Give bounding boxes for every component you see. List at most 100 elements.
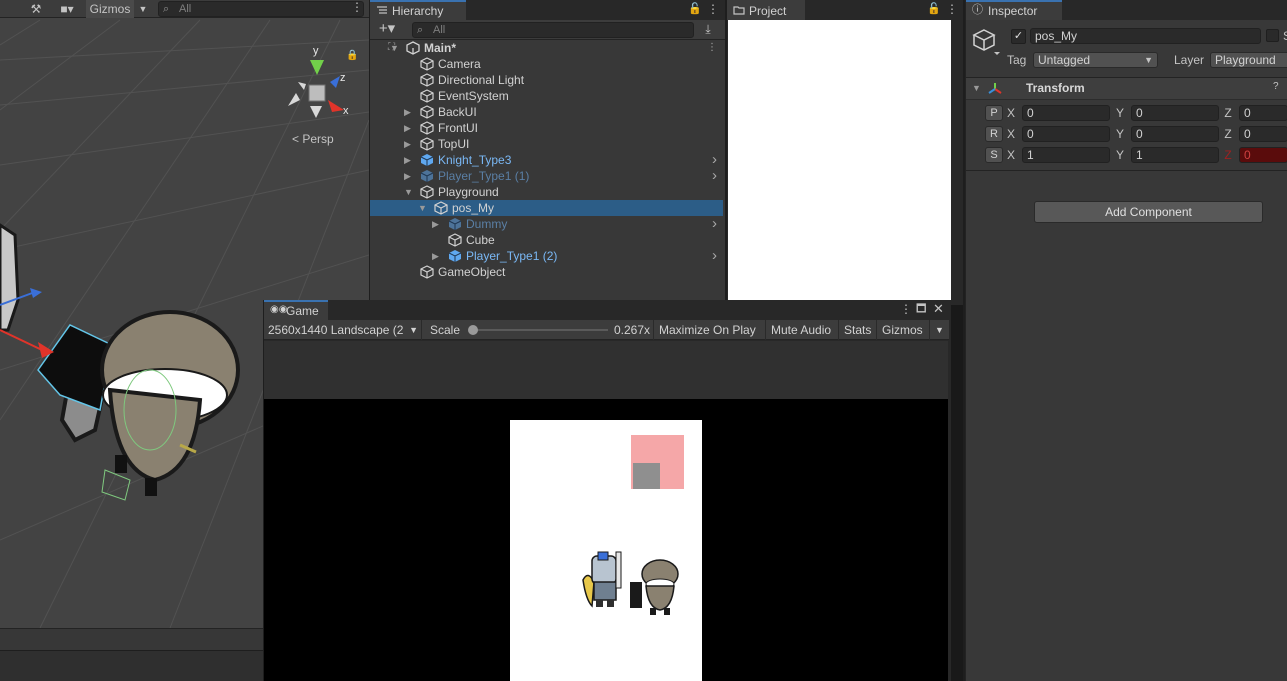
hierarchy-row[interactable]: GameObject <box>370 264 723 280</box>
maximize-on-play-button[interactable]: Maximize On Play <box>655 320 766 340</box>
help-icon[interactable]: ? <box>1273 81 1279 92</box>
collapsed-arrow-icon[interactable]: ▶ <box>404 152 414 168</box>
persp-toggle[interactable]: < Persp <box>292 132 334 146</box>
scale-x-label: X <box>1006 148 1015 162</box>
gameobject-cube-icon <box>420 89 434 103</box>
collapsed-arrow-icon[interactable]: ▶ <box>432 248 442 264</box>
object-name-field[interactable]: pos_My <box>1030 28 1261 44</box>
hierarchy-row[interactable]: ▶ BackUI <box>370 104 723 120</box>
transform-header[interactable]: ▼ Transform ? <box>966 78 1287 100</box>
hierarchy-row[interactable]: ▶ FrontUI <box>370 120 723 136</box>
rotation-reset-button[interactable]: R <box>985 126 1003 142</box>
game-gizmos-button[interactable]: Gizmos <box>878 320 930 340</box>
row-more-icon[interactable]: ⋮ <box>707 40 717 56</box>
hierarchy-row[interactable]: ⛶ ▼ Main* ⋮ <box>370 40 723 56</box>
expanded-arrow-icon[interactable]: ▼ <box>418 200 428 216</box>
mute-audio-button[interactable]: Mute Audio <box>767 320 839 340</box>
hierarchy-options-icon[interactable]: ⤓ <box>700 20 716 38</box>
hierarchy-row-label: Main* <box>424 41 457 55</box>
scale-x-field[interactable]: 1 <box>1022 147 1110 163</box>
collapsed-arrow-icon[interactable]: ▶ <box>404 136 414 152</box>
collapsed-arrow-icon[interactable]: ▶ <box>404 168 414 184</box>
gizmos-dropdown-icon[interactable]: ▼ <box>136 0 150 18</box>
scale-reset-button[interactable]: S <box>985 147 1003 163</box>
expanded-arrow-icon[interactable]: ▼ <box>404 184 414 200</box>
collapsed-arrow-icon[interactable]: ▶ <box>404 120 414 136</box>
hierarchy-row[interactable]: ▶ Player_Type1 (1) › <box>370 168 723 184</box>
layer-label: Layer <box>1174 53 1205 67</box>
add-component-button[interactable]: Add Component <box>1034 201 1263 223</box>
hierarchy-row[interactable]: ▶ Dummy › <box>370 216 723 232</box>
collapsed-arrow-icon[interactable]: ▶ <box>404 104 414 120</box>
hierarchy-row-label: Player_Type1 (2) <box>466 249 558 263</box>
transform-title: Transform <box>1026 81 1085 95</box>
project-content[interactable] <box>728 20 951 303</box>
search-icon: ⌕ <box>417 24 424 36</box>
hierarchy-list[interactable]: ⛶ ▼ Main* ⋮ Camera Directional Light EventSyst… <box>370 40 725 300</box>
tab-game[interactable]: ◉◉ Game <box>264 300 328 320</box>
maximize-icon[interactable]: 🗖 <box>916 300 926 320</box>
hierarchy-lock-icon[interactable]: 🔓 <box>688 0 702 20</box>
hierarchy-row[interactable]: Directional Light <box>370 72 723 88</box>
layer-dropdown[interactable]: Playground <box>1210 52 1287 68</box>
project-panel: Project 🔓 ⋮ <box>727 0 963 305</box>
game-gizmos-dropdown-icon[interactable]: ▼ <box>931 320 947 340</box>
foldout-arrow-icon[interactable]: ▼ <box>972 83 981 93</box>
project-more-icon[interactable]: ⋮ <box>946 0 958 20</box>
hierarchy-row[interactable]: Cube <box>370 232 723 248</box>
chevron-right-icon[interactable]: › <box>712 216 717 232</box>
chevron-right-icon[interactable]: › <box>712 168 717 184</box>
game-more-icon[interactable]: ⋮ <box>900 300 912 320</box>
hierarchy-row[interactable]: ▶ Player_Type1 (2) › <box>370 248 723 264</box>
hierarchy-row-label: Camera <box>438 57 481 71</box>
position-reset-button[interactable]: P <box>985 105 1003 121</box>
scale-slider-handle[interactable] <box>468 325 478 335</box>
tag-dropdown[interactable]: Untagged ▼ <box>1033 52 1158 68</box>
scale-y-field[interactable]: 1 <box>1131 147 1219 163</box>
hierarchy-row[interactable]: ▼ pos_My <box>370 200 723 216</box>
camera-dropdown-icon[interactable]: ■▾ <box>52 0 82 18</box>
position-z-field[interactable]: 0 <box>1239 105 1287 121</box>
game-panel: ◉◉ Game ⋮ 🗖 ✕ 2560x1440 Landscape (2 ▼ S… <box>263 300 951 681</box>
hierarchy-row[interactable]: Camera <box>370 56 723 72</box>
chevron-right-icon[interactable]: › <box>712 248 717 264</box>
active-checkbox[interactable]: ✓ <box>1011 29 1026 44</box>
position-x-field[interactable]: 0 <box>1022 105 1110 121</box>
panel-separator <box>369 0 370 300</box>
scene-search-input[interactable]: ⌕ All <box>158 1 364 17</box>
gizmos-button[interactable]: Gizmos <box>86 0 134 18</box>
tab-project[interactable]: Project <box>727 0 805 20</box>
lock-icon[interactable]: 🔒 <box>346 50 358 61</box>
hierarchy-row[interactable]: EventSystem <box>370 88 723 104</box>
scale-z-field[interactable]: 0 <box>1239 147 1287 163</box>
static-checkbox[interactable] <box>1266 29 1279 42</box>
prefab-cube-icon <box>420 154 434 166</box>
stats-button[interactable]: Stats <box>840 320 877 340</box>
hierarchy-search-input[interactable]: ⌕ All <box>412 22 694 38</box>
hierarchy-row[interactable]: ▶ TopUI <box>370 136 723 152</box>
rotation-z-field[interactable]: 0 <box>1239 126 1287 142</box>
prefab-cube-icon <box>448 218 462 230</box>
expanded-arrow-icon[interactable]: ▼ <box>390 40 400 56</box>
tab-inspector[interactable]: ⓘ Inspector <box>966 0 1062 20</box>
tab-hierarchy[interactable]: Hierarchy <box>370 0 466 20</box>
hierarchy-row[interactable]: ▶ Knight_Type3 › <box>370 152 723 168</box>
rotation-x-field[interactable]: 0 <box>1022 126 1110 142</box>
chevron-right-icon[interactable]: › <box>712 152 717 168</box>
resolution-dropdown[interactable]: 2560x1440 Landscape (2 ▼ <box>264 320 422 340</box>
scale-slider[interactable] <box>470 329 608 331</box>
rotation-y-field[interactable]: 0 <box>1131 126 1219 142</box>
game-viewport[interactable] <box>264 341 948 681</box>
position-y-field[interactable]: 0 <box>1131 105 1219 121</box>
hierarchy-row[interactable]: ▼ Playground <box>370 184 723 200</box>
scale-label: Scale <box>430 323 461 337</box>
scene-tools-icon[interactable]: ⚒ <box>28 0 44 18</box>
scene-search-placeholder: All <box>179 3 192 15</box>
scene-more-icon[interactable]: ⋮ <box>351 0 363 18</box>
create-add-icon[interactable]: +▾ <box>374 20 400 38</box>
project-lock-icon[interactable]: 🔓 <box>927 0 941 20</box>
chevron-down-icon: ▼ <box>409 325 418 335</box>
close-icon[interactable]: ✕ <box>933 300 944 320</box>
hierarchy-more-icon[interactable]: ⋮ <box>707 0 719 20</box>
collapsed-arrow-icon[interactable]: ▶ <box>432 216 442 232</box>
